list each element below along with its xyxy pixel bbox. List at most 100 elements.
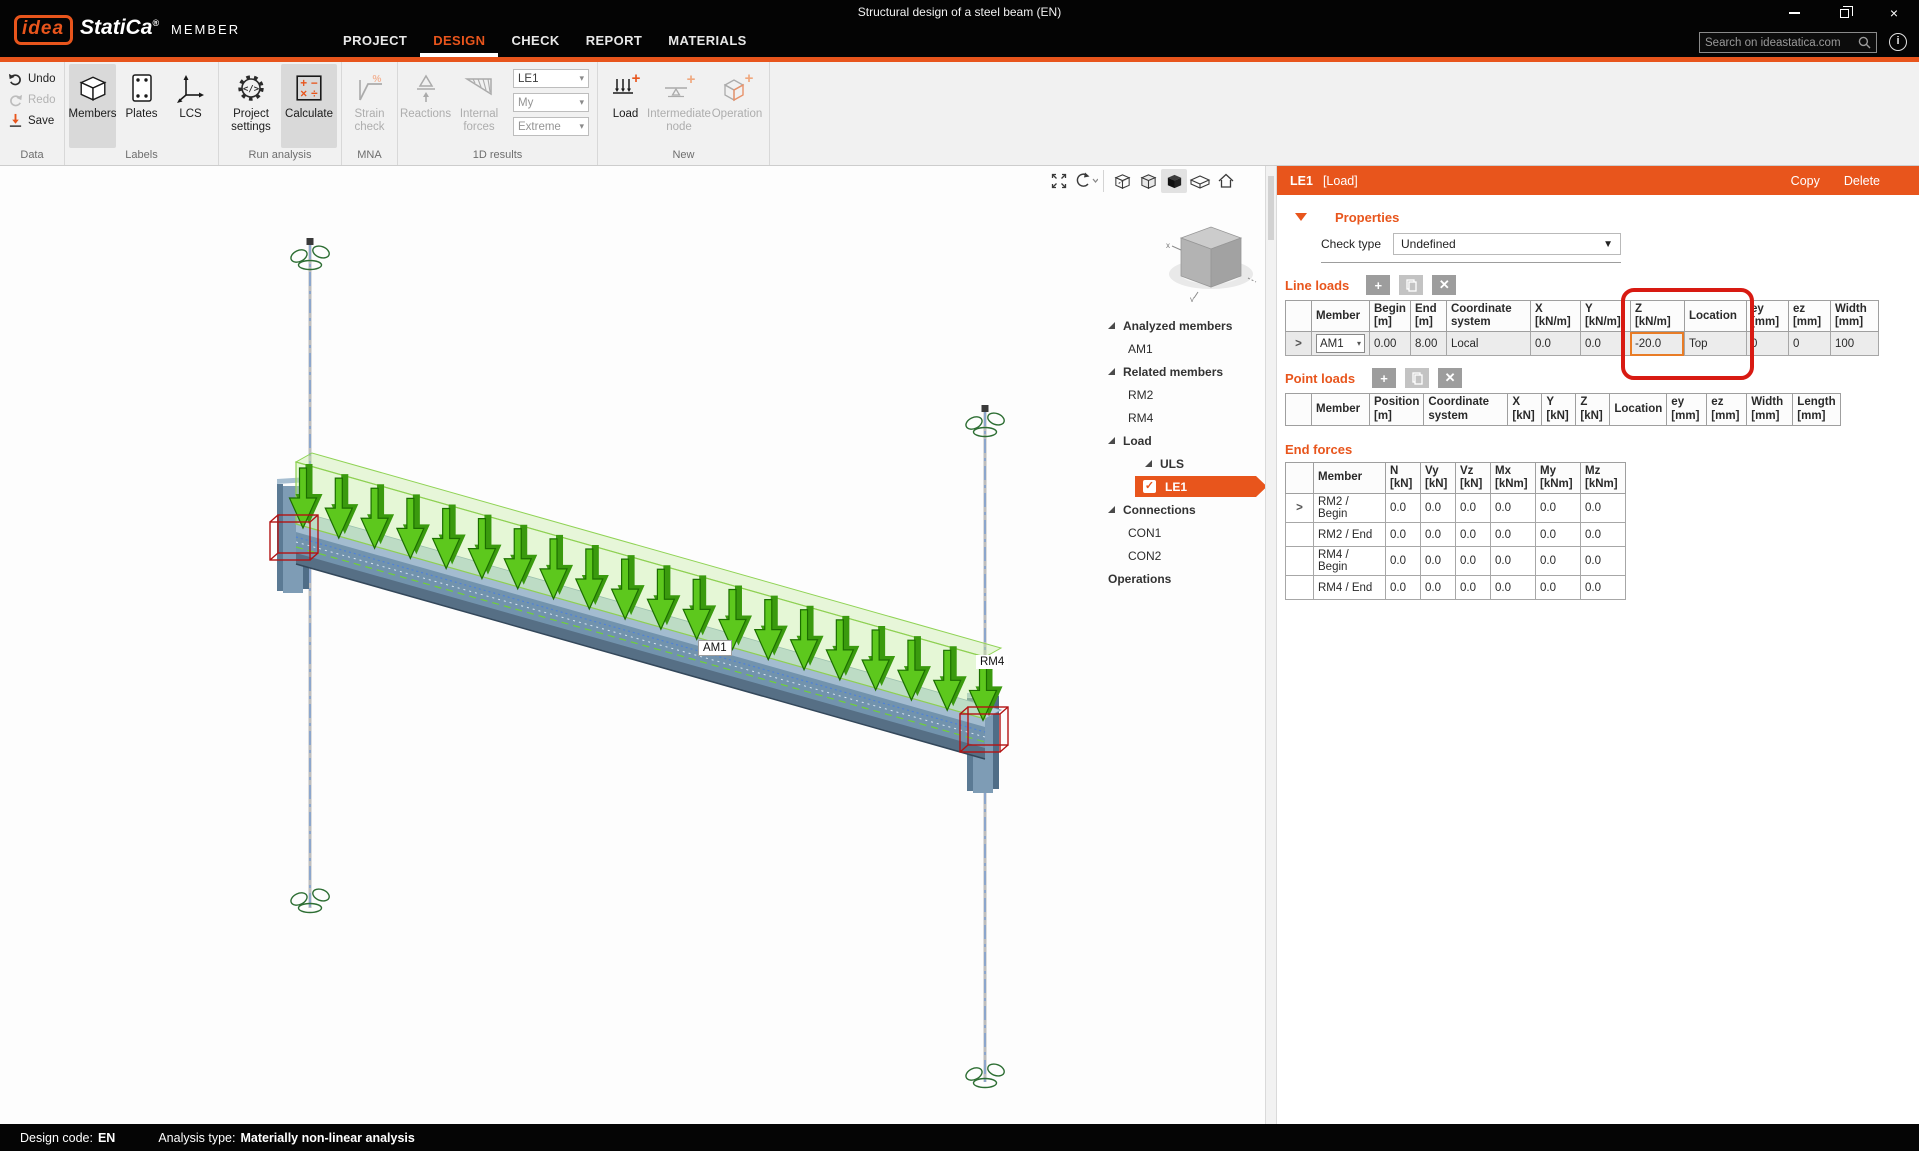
load-case-select[interactable]: LE1▾ [513,69,589,88]
search-input[interactable]: Search on ideastatica.com [1699,32,1877,53]
save-button[interactable]: Save [8,112,56,129]
tree-item-le1[interactable]: ✓LE1 [1095,475,1267,498]
value-cell[interactable]: 0.0 [1581,523,1626,547]
tree-expand-icon[interactable] [1108,368,1115,375]
delete-point-load-button[interactable]: ✕ [1438,368,1462,388]
value-cell[interactable]: 0.0 [1456,547,1491,576]
tree-item-related-members[interactable]: Related members [1095,360,1267,383]
row-expander[interactable] [1286,576,1314,600]
member-select[interactable]: AM1▾ [1316,334,1365,353]
members-button[interactable]: Members [69,64,116,148]
row-expander[interactable]: > [1286,332,1312,356]
extreme-select[interactable]: Extreme▾ [513,117,589,136]
value-cell[interactable]: 0.0 [1421,494,1456,523]
info-icon[interactable]: i [1889,33,1907,51]
value-cell[interactable]: 0.0 [1421,547,1456,576]
lcs-button[interactable]: LCS [167,64,214,148]
internal-forces-button[interactable]: Internal forces [451,64,507,148]
home-view-button[interactable] [1213,169,1239,193]
reactions-button[interactable]: Reactions [402,64,449,148]
value-cell[interactable]: 0.0 [1456,523,1491,547]
delete-button[interactable]: Delete [1844,174,1880,188]
tree-item-load[interactable]: Load [1095,429,1267,452]
member-cell[interactable]: RM4 / Begin [1314,547,1386,576]
tree-expand-icon[interactable] [1108,506,1115,513]
value-cell[interactable]: 0.0 [1456,494,1491,523]
tab-design[interactable]: DESIGN [420,25,498,57]
tree-item-con2[interactable]: CON2 [1095,544,1267,567]
rotate-view-button[interactable] [1072,169,1098,193]
value-cell[interactable]: 0.0 [1386,547,1421,576]
row-expander[interactable] [1286,523,1314,547]
value-cell[interactable]: Top [1684,332,1746,356]
value-cell[interactable]: 0 [1788,332,1830,356]
value-cell[interactable]: 0.0 [1421,576,1456,600]
value-cell[interactable]: 0.0 [1536,494,1581,523]
new-load-button[interactable]: + Load [602,64,649,148]
row-expander[interactable]: > [1286,494,1314,523]
minimize-button[interactable] [1769,0,1819,26]
tree-item-connections[interactable]: Connections [1095,498,1267,521]
panel-splitter[interactable] [1265,166,1277,1124]
calculate-button[interactable]: + − × ÷ Calculate [281,64,337,148]
strain-check-button[interactable]: % Strain check [346,64,393,148]
view-solid-button[interactable] [1161,169,1187,193]
delete-line-load-button[interactable]: ✕ [1432,275,1456,295]
value-cell[interactable]: 0.0 [1581,547,1626,576]
add-point-load-button[interactable]: + [1372,368,1396,388]
value-cell[interactable]: 0.0 [1536,547,1581,576]
value-cell[interactable]: 0.0 [1581,494,1626,523]
row-expander[interactable] [1286,547,1314,576]
check-type-select[interactable]: Undefined▼ [1393,233,1621,255]
tree-item-rm2[interactable]: RM2 [1095,383,1267,406]
tree-item-uls[interactable]: ULS [1095,452,1267,475]
redo-button[interactable]: Redo [8,91,56,108]
view-axonometry-button[interactable] [1109,169,1135,193]
tab-check[interactable]: CHECK [498,25,572,57]
maximize-button[interactable] [1819,0,1869,26]
tree-item-rm4[interactable]: RM4 [1095,406,1267,429]
navigation-cube[interactable]: x y [1158,210,1264,307]
component-select[interactable]: My▾ [513,93,589,112]
value-cell[interactable]: 0.0 [1386,576,1421,600]
intermediate-node-button[interactable]: + Intermediate node [651,64,707,148]
tab-project[interactable]: PROJECT [330,25,420,57]
value-cell[interactable]: 0.0 [1536,523,1581,547]
member-cell[interactable]: RM4 / End [1314,576,1386,600]
value-cell[interactable]: 0.0 [1421,523,1456,547]
add-line-load-button[interactable]: + [1366,275,1390,295]
project-settings-button[interactable]: </> Project settings [223,64,279,148]
tab-materials[interactable]: MATERIALS [655,25,759,57]
value-cell[interactable]: 8.00 [1410,332,1446,356]
splitter-thumb[interactable] [1268,176,1274,240]
value-cell[interactable]: 0.0 [1580,332,1630,356]
value-cell[interactable]: 0.0 [1581,576,1626,600]
value-cell[interactable]: 0.00 [1370,332,1411,356]
tree-item-operations[interactable]: Operations [1095,567,1267,590]
value-cell[interactable]: -20.0 [1630,332,1684,356]
value-cell[interactable]: Local [1446,332,1530,356]
undo-button[interactable]: Undo [8,70,56,87]
value-cell[interactable]: 0.0 [1456,576,1491,600]
close-button[interactable]: × [1869,0,1919,26]
value-cell[interactable]: 0.0 [1530,332,1580,356]
value-cell[interactable]: 0.0 [1386,494,1421,523]
tree-item-con1[interactable]: CON1 [1095,521,1267,544]
copy-point-load-button[interactable] [1405,368,1429,388]
value-cell[interactable]: 0.0 [1491,494,1536,523]
member-cell[interactable]: RM2 / End [1314,523,1386,547]
tree-item-am1[interactable]: AM1 [1095,337,1267,360]
copy-line-load-button[interactable] [1399,275,1423,295]
value-cell[interactable]: 0.0 [1491,576,1536,600]
properties-section-header[interactable]: Properties [1295,208,1919,226]
view-clip-button[interactable] [1187,169,1213,193]
tree-item-analyzed-members[interactable]: Analyzed members [1095,314,1267,337]
tree-expand-icon[interactable] [1145,460,1152,467]
plates-button[interactable]: Plates [118,64,165,148]
tree-expand-icon[interactable] [1108,437,1115,444]
value-cell[interactable]: 0 [1746,332,1788,356]
tree-expand-icon[interactable] [1108,322,1115,329]
copy-button[interactable]: Copy [1791,174,1820,188]
value-cell[interactable]: 100 [1830,332,1878,356]
scene-canvas[interactable] [0,166,1265,1124]
